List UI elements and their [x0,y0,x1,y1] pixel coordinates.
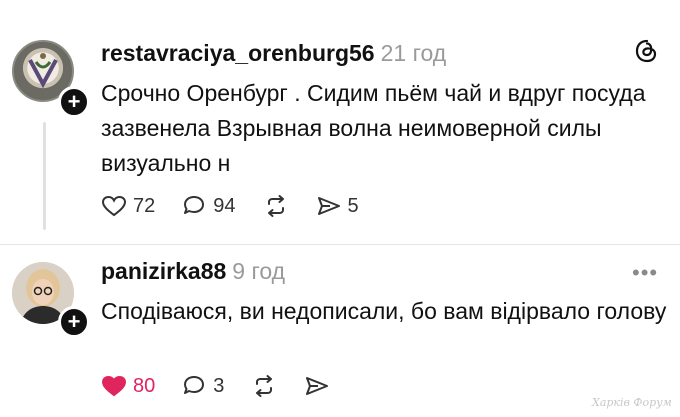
post-text: Срочно Оренбург . Сидим пьём чай и вдруг… [101,80,646,176]
share-send-icon [317,197,340,215]
like-count: 72 [133,194,156,217]
share-button[interactable] [304,374,330,398]
follow-plus-icon[interactable]: + [58,306,90,338]
share-button[interactable]: 5 [316,194,359,218]
thread-post: + restavraciya_orenburg56 21 год Срочно О… [0,0,680,245]
more-options-icon[interactable]: ••• [632,260,658,286]
share-send-icon [306,377,329,395]
comment-count: 94 [213,194,236,217]
repost-button[interactable] [250,374,278,398]
comment-bubble-icon [184,196,205,214]
repost-button[interactable] [262,194,290,218]
comment-button[interactable]: 3 [181,374,224,398]
like-button[interactable]: 72 [101,194,155,218]
like-button[interactable]: 80 [101,374,155,398]
post-time: 21 год [380,40,447,66]
thread-connector-line [43,122,46,230]
watermark: Харків Форум [592,396,672,409]
post-header: panizirka88 9 год [101,258,285,285]
post-text: Сподіваюся, ви недописали, бо вам відірв… [101,298,667,324]
post-time: 9 год [232,258,286,284]
comment-bubble-icon [184,376,205,394]
post-divider [0,244,680,245]
comment-button[interactable]: 94 [181,194,236,218]
post-actions: 72 94 5 [101,194,385,218]
like-count: 80 [133,374,156,397]
post-header: restavraciya_orenburg56 21 год [101,40,446,67]
heart-icon [101,375,127,397]
repost-icon [256,375,273,397]
post-actions: 80 3 [101,374,356,398]
username[interactable]: restavraciya_orenburg56 [101,40,375,66]
repost-icon [267,195,284,217]
username[interactable]: panizirka88 [101,258,226,284]
follow-plus-icon[interactable]: + [58,86,90,118]
heart-icon [101,195,127,217]
comment-count: 3 [213,374,225,397]
share-count: 5 [347,194,359,217]
threads-logo-icon[interactable] [634,38,660,64]
